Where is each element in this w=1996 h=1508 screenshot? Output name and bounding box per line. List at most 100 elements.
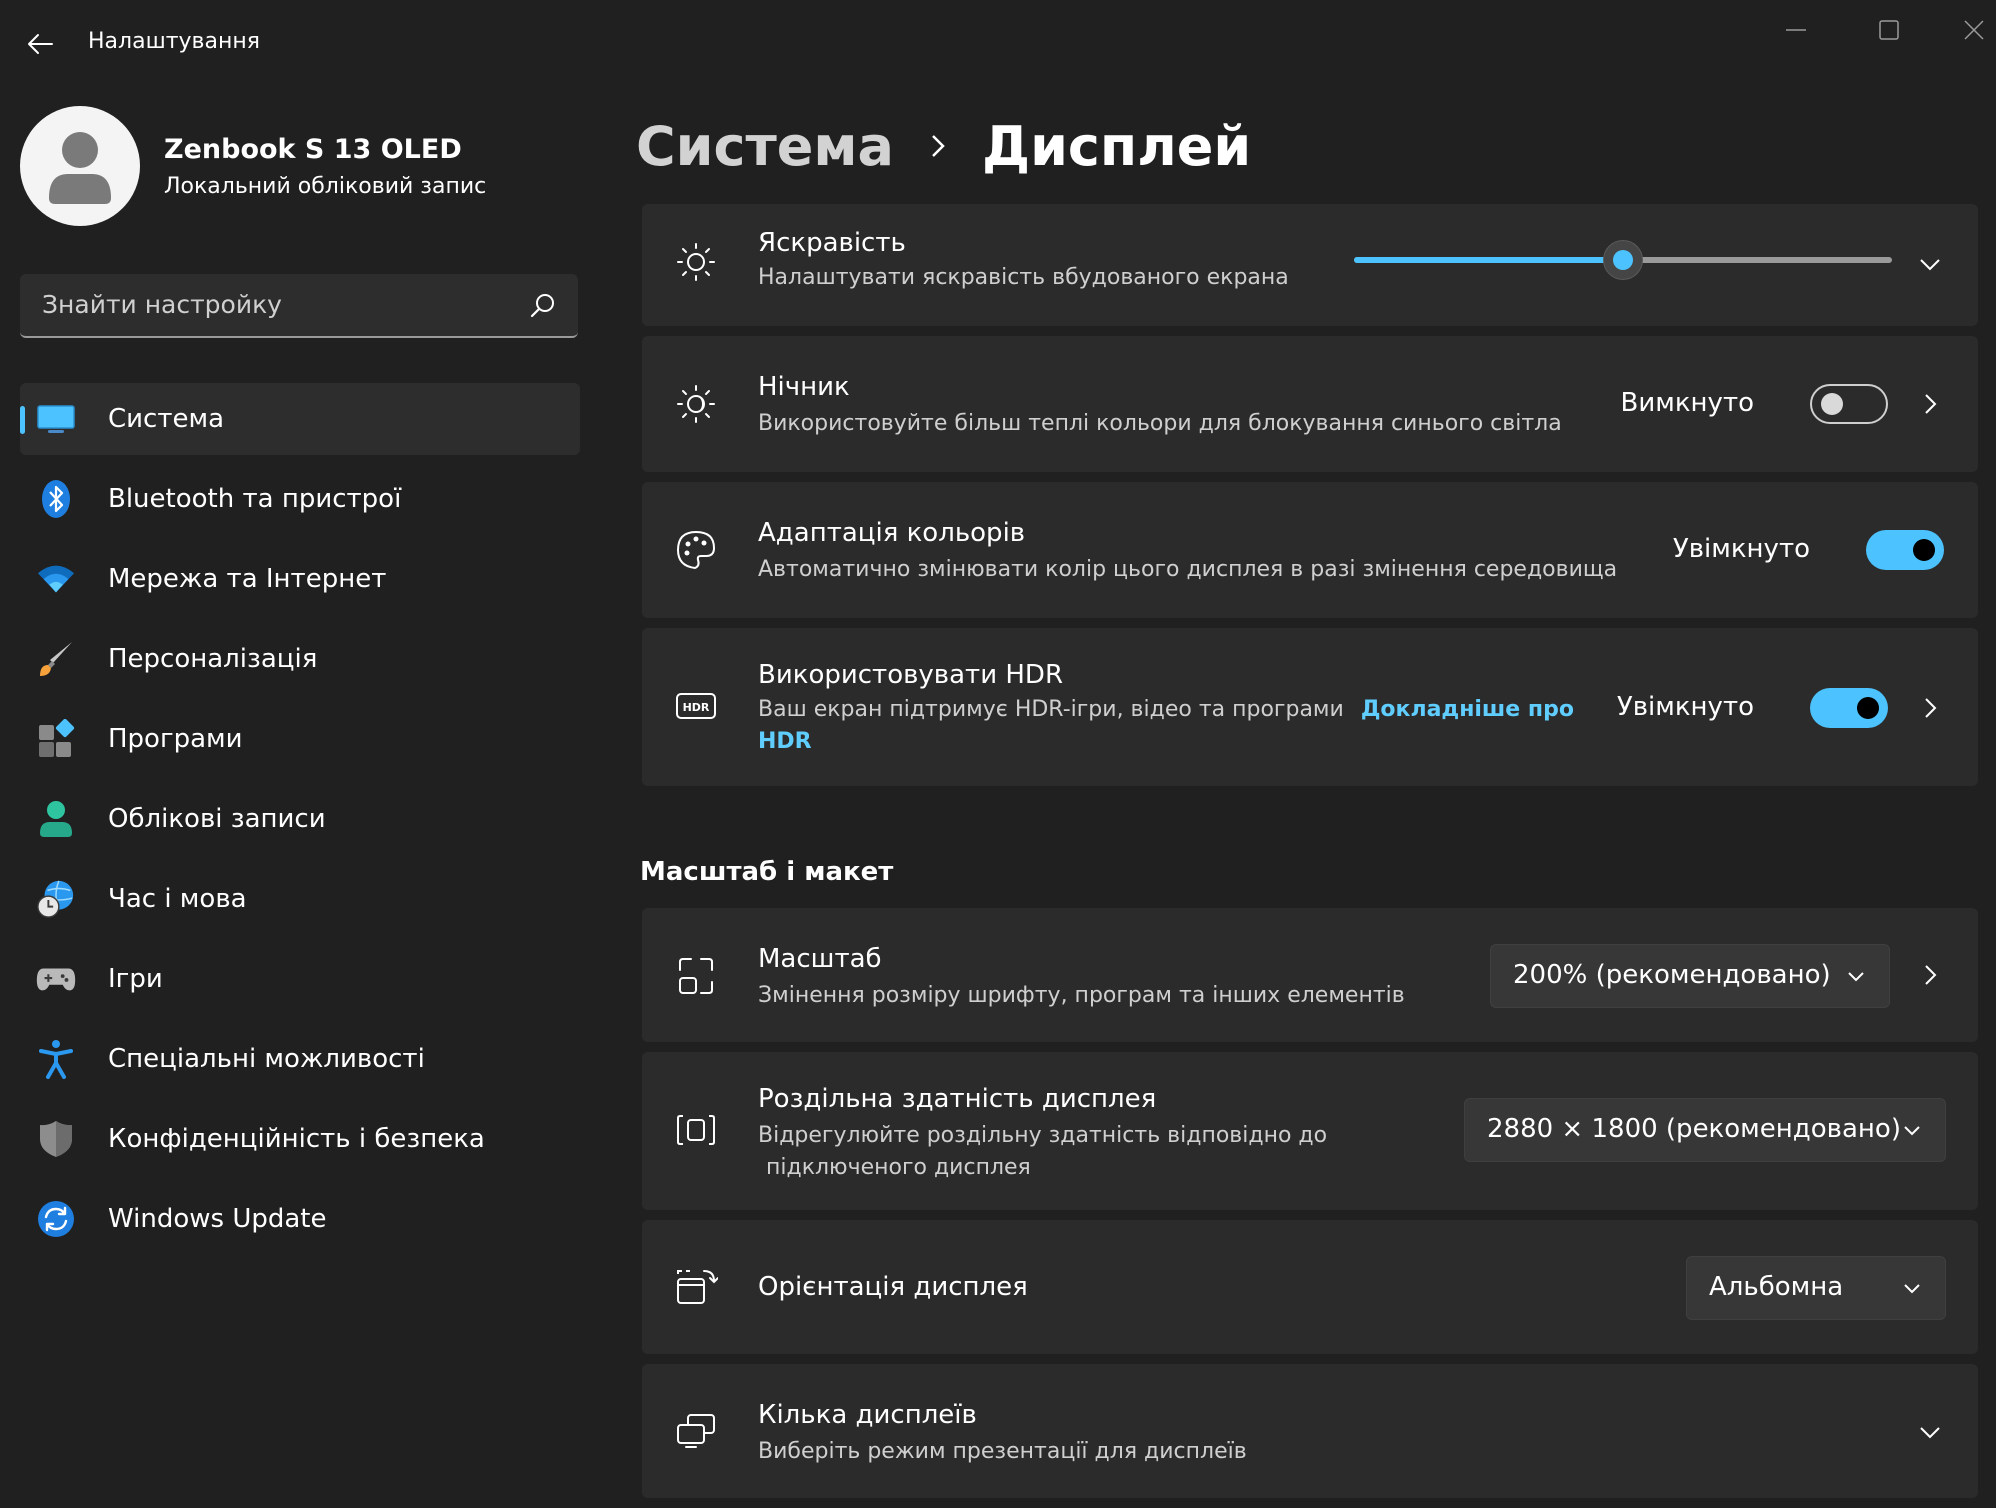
account-icon [40,801,72,837]
sidebar-item-personalization[interactable]: Персоналізація [20,623,580,695]
resolution-dropdown-value: 2880 × 1800 (рекомендовано) [1487,1114,1901,1144]
sidebar-item-accounts[interactable]: Облікові записи [20,783,580,855]
app-title: Налаштування [88,29,260,54]
sidebar-item-privacy[interactable]: Конфіденційність і безпека [20,1103,580,1175]
chevron-right-icon[interactable] [1918,696,1942,720]
color-adaptation-description: Автоматично змінювати колір цього диспле… [758,557,1618,582]
sidebar-item-windows-update[interactable]: Windows Update [20,1183,580,1255]
accessibility-icon [39,1040,73,1079]
multiple-displays-card[interactable]: Кілька дисплеїв Виберіть режим презентац… [642,1364,1978,1498]
resolution-title: Роздільна здатність дисплея [758,1084,1157,1114]
back-button[interactable] [18,22,62,66]
profile-account-type: Локальний обліковий запис [164,174,487,199]
close-button[interactable] [1952,8,1996,52]
sidebar-item-label: Спеціальні можливості [108,1044,425,1074]
hdr-description: Ваш екран підтримує HDR-ігри, відео та п… [758,694,1578,758]
chevron-right-icon[interactable] [1918,392,1942,416]
multiple-displays-description: Виберіть режим презентації для дисплеїв [758,1439,1247,1464]
windows-update-icon [38,1201,74,1237]
page-title: Дисплей [981,114,1252,178]
color-adaptation-toggle[interactable] [1866,530,1944,570]
orientation-dropdown[interactable]: Альбомна [1686,1256,1946,1320]
sidebar-item-accessibility[interactable]: Спеціальні можливості [20,1023,580,1095]
user-avatar-icon [49,132,111,204]
palette-icon [676,530,716,570]
sidebar-item-bluetooth[interactable]: Bluetooth та пристрої [20,463,580,535]
gamepad-icon [36,968,76,991]
hdr-state: Увімкнуто [1616,692,1754,722]
scale-card[interactable]: Масштаб Змінення розміру шрифту, програм… [642,908,1978,1042]
hdr-title: Використовувати HDR [758,660,1064,690]
night-light-card[interactable]: Нічник Використовуйте більш теплі кольор… [642,336,1978,472]
orientation-title: Орієнтація дисплея [758,1272,1028,1302]
chevron-down-icon[interactable] [1918,252,1942,276]
breadcrumb-parent[interactable]: Система [636,115,894,178]
brush-icon [40,642,72,676]
sidebar-item-time-language[interactable]: Час і мова [20,863,580,935]
toggle-knob [1821,393,1843,415]
sidebar-item-label: Ігри [108,964,163,994]
search-icon[interactable] [530,292,556,318]
sidebar-item-system[interactable]: Система [20,383,580,455]
chevron-right-icon [932,135,945,157]
resolution-card: Роздільна здатність дисплея Відрегулюйте… [642,1052,1978,1210]
maximize-button[interactable] [1859,8,1919,52]
maximize-icon [1879,20,1899,40]
sidebar-item-label: Мережа та Інтернет [108,564,387,594]
close-icon [1964,20,1984,40]
night-light-toggle[interactable] [1810,384,1888,424]
resolution-icon [677,1115,715,1145]
shield-icon [40,1121,72,1157]
slider-fill [1354,257,1623,263]
chevron-down-icon[interactable] [1918,1420,1942,1444]
brightness-title: Яскравість [758,228,906,258]
orientation-dropdown-value: Альбомна [1709,1272,1844,1302]
sidebar-item-network[interactable]: Мережа та Інтернет [20,543,580,615]
user-profile[interactable]: Zenbook S 13 OLED Локальний обліковий за… [20,106,580,226]
color-adaptation-card: Адаптація кольорів Автоматично змінювати… [642,482,1978,618]
minimize-button[interactable] [1766,8,1826,52]
scale-dropdown-value: 200% (рекомендовано) [1513,960,1831,990]
brightness-card: Яскравість Налаштувати яскравість вбудов… [642,204,1978,326]
orientation-icon [677,1270,718,1304]
color-adaptation-title: Адаптація кольорів [758,518,1026,548]
search-box[interactable] [20,274,578,338]
sidebar-item-label: Bluetooth та пристрої [108,484,402,514]
chevron-down-icon [1904,1126,1920,1136]
chevron-down-icon [1848,972,1864,982]
apps-icon [39,719,75,757]
system-display-icon [37,405,75,433]
back-arrow-icon [28,34,53,54]
hdr-toggle[interactable] [1810,688,1888,728]
search-input[interactable] [20,274,500,334]
multiple-displays-icon [677,1414,715,1448]
hdr-card[interactable]: HDR Використовувати HDR Ваш екран підтри… [642,628,1978,786]
brightness-description: Налаштувати яскравість вбудованого екран… [758,265,1289,290]
scale-dropdown[interactable]: 200% (рекомендовано) [1490,944,1890,1008]
scale-title: Масштаб [758,944,882,974]
slider-thumb-dot [1613,250,1633,270]
chevron-right-icon[interactable] [1918,963,1942,987]
scale-icon [679,958,713,994]
svg-text:HDR: HDR [683,701,710,714]
night-light-icon [677,385,715,423]
night-light-description: Використовуйте більш теплі кольори для б… [758,411,1562,436]
brightness-slider[interactable] [1354,240,1892,280]
scale-description: Змінення розміру шрифту, програм та інши… [758,983,1405,1008]
slider-thumb[interactable] [1603,240,1643,280]
minimize-icon [1786,29,1806,31]
sidebar-item-label: Час і мова [108,884,247,914]
resolution-dropdown[interactable]: 2880 × 1800 (рекомендовано) [1464,1098,1946,1162]
avatar [20,106,140,226]
profile-name: Zenbook S 13 OLED [164,134,462,165]
hdr-learn-more-link[interactable]: Докладніше про [1361,697,1574,722]
toggle-knob [1857,697,1879,719]
sidebar-item-gaming[interactable]: Ігри [20,943,580,1015]
hdr-learn-more-link-cont[interactable]: HDR [758,729,812,754]
sidebar-item-label: Система [108,404,225,434]
time-language-icon [37,880,74,918]
breadcrumb: Система Дисплей [636,106,1251,186]
night-light-title: Нічник [758,372,850,402]
sidebar-item-apps[interactable]: Програми [20,703,580,775]
color-adaptation-state: Увімкнуто [1672,534,1810,564]
